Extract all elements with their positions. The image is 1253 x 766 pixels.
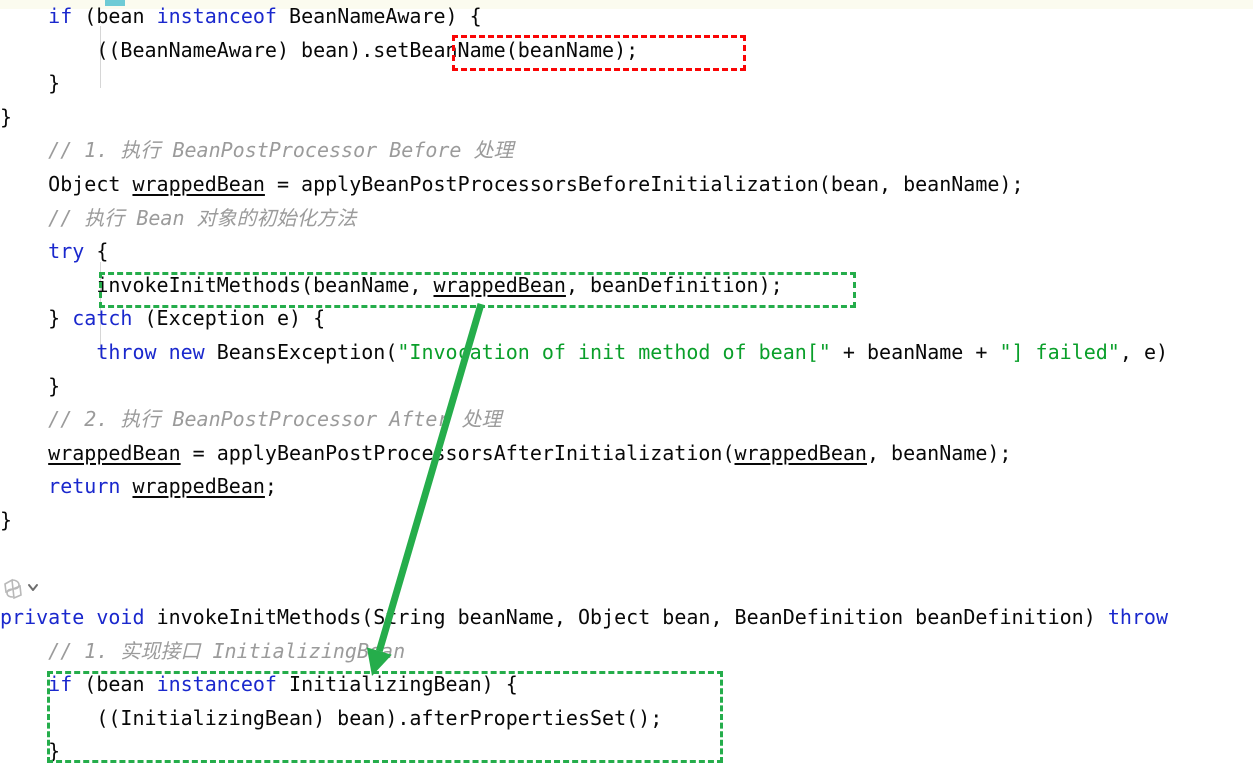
- token: "Invocation of init method of bean[": [397, 340, 831, 364]
- line-if-beannameaware[interactable]: if (bean instanceof BeanNameAware) {: [0, 0, 1253, 34]
- line-close-brace-5[interactable]: }: [0, 735, 1253, 766]
- token: }: [0, 373, 61, 398]
- token: instanceof: [156, 672, 277, 697]
- token: instanceof: [156, 4, 277, 28]
- line-close-brace-4[interactable]: }: [0, 504, 1253, 538]
- token: (String beanName, Object bean, BeanDefin…: [361, 605, 1108, 629]
- token: wrappedBean: [734, 440, 867, 465]
- token: = applyBeanPostProcessorsBeforeInitializ…: [264, 172, 1024, 196]
- token: BeansException(: [204, 340, 398, 364]
- code-editor-viewport: if (bean instanceof BeanNameAware) { ((B…: [0, 0, 1253, 766]
- token: }: [0, 104, 13, 129]
- token: // 执行 Bean 对象的初始化方法: [48, 205, 357, 230]
- token: wrappedBean: [48, 440, 181, 465]
- line-comment-4[interactable]: // 1. 实现接口 InitializingBean: [0, 635, 1253, 669]
- token: (Exception e) {: [132, 306, 326, 331]
- token: new: [168, 340, 205, 364]
- token: ((BeanNameAware) bean).setBeanName(beanN…: [0, 37, 639, 62]
- line-comment-2[interactable]: // 执行 Bean 对象的初始化方法: [0, 202, 1253, 236]
- line-if-initializingbean[interactable]: if (bean instanceof InitializingBean) {: [0, 668, 1253, 702]
- token: try: [48, 239, 85, 264]
- line-comment-3[interactable]: // 2. 执行 BeanPostProcessor After 处理: [0, 403, 1253, 437]
- token: = applyBeanPostProcessorsAfterInitializa…: [180, 440, 735, 465]
- line-object-wrappedbean[interactable]: Object wrappedBean = applyBeanPostProces…: [0, 168, 1253, 202]
- token: // 1. 实现接口 InitializingBean: [48, 638, 406, 663]
- line-invokeinitmethods-call[interactable]: invokeInitMethods(beanName, wrappedBean,…: [0, 269, 1253, 303]
- line-close-brace-2[interactable]: }: [0, 101, 1253, 135]
- token: throw: [1107, 605, 1169, 629]
- token: invokeInitMethods(beanName,: [0, 272, 434, 297]
- token: wrappedBean: [132, 474, 265, 499]
- token: }: [0, 739, 61, 764]
- token: invokeInitMethods: [156, 605, 362, 629]
- token: if: [48, 672, 73, 697]
- line-throw[interactable]: throw new BeansException("Invocation of …: [0, 336, 1253, 370]
- token: catch: [72, 306, 133, 331]
- token: throw: [96, 340, 157, 364]
- code-content[interactable]: if (bean instanceof BeanNameAware) { ((B…: [0, 0, 1253, 766]
- token: }: [0, 71, 61, 96]
- spring-bean-gutter-icon[interactable]: [2, 577, 42, 600]
- line-catch[interactable]: } catch (Exception e) {: [0, 302, 1253, 336]
- token: InitializingBean) {: [276, 672, 518, 697]
- token: "] failed": [999, 340, 1120, 364]
- token: // 1. 执行 BeanPostProcessor Before 处理: [48, 138, 514, 163]
- line-close-brace-1[interactable]: }: [0, 67, 1253, 101]
- token: (bean: [72, 4, 157, 28]
- line-method-signature[interactable]: private void invokeInitMethods(String be…: [0, 601, 1253, 635]
- line-wrappedbean-after[interactable]: wrappedBean = applyBeanPostProcessorsAft…: [0, 437, 1253, 471]
- token: BeanNameAware) {: [276, 4, 482, 28]
- line-setbeanname[interactable]: ((BeanNameAware) bean).setBeanName(beanN…: [0, 34, 1253, 68]
- token: ;: [264, 474, 277, 499]
- token: }: [0, 508, 13, 532]
- token: {: [84, 239, 109, 264]
- token: (bean: [72, 672, 157, 697]
- token: , beanDefinition);: [565, 272, 783, 297]
- token: wrappedBean: [433, 272, 566, 297]
- token: // 2. 执行 BeanPostProcessor After 处理: [48, 407, 502, 432]
- token: wrappedBean: [132, 172, 265, 196]
- line-comment-1[interactable]: // 1. 执行 BeanPostProcessor Before 处理: [0, 134, 1253, 168]
- line-close-brace-3[interactable]: }: [0, 370, 1253, 404]
- line-afterpropertiesset[interactable]: ((InitializingBean) bean).afterPropertie…: [0, 702, 1253, 736]
- token: return: [48, 474, 121, 499]
- token: if: [48, 4, 73, 28]
- token: + beanName +: [830, 340, 1000, 364]
- token: , e): [1119, 340, 1169, 364]
- token: Object: [0, 172, 133, 196]
- token: void: [96, 605, 145, 629]
- line-return[interactable]: return wrappedBean;: [0, 470, 1253, 504]
- token: private: [0, 605, 85, 629]
- token: }: [0, 306, 73, 331]
- token: , beanName);: [866, 440, 1012, 465]
- line-try[interactable]: try {: [0, 235, 1253, 269]
- token: ((InitializingBean) bean).afterPropertie…: [0, 705, 663, 730]
